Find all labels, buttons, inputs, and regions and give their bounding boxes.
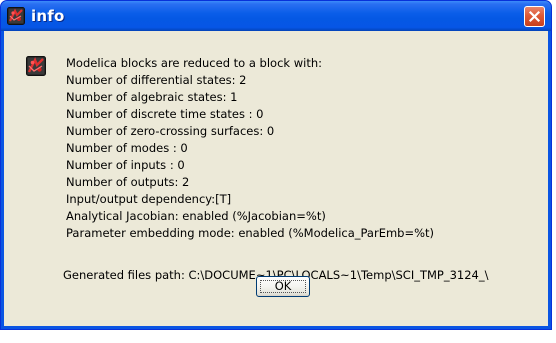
ok-button[interactable]: OK [256,276,310,297]
scilab-app-icon [26,56,46,76]
message-line: Number of zero-crossing surfaces: 0 [66,124,275,138]
focus-rectangle [260,280,306,293]
dialog-client-area: Modelica blocks are reduced to a block w… [4,31,548,326]
message-line: Analytical Jacobian: enabled (%Jacobian=… [66,209,326,223]
message-line: Modelica blocks are reduced to a block w… [66,56,322,70]
close-x-icon [528,10,541,23]
title-bar[interactable]: info [1,1,551,31]
message-line: Number of modes : 0 [66,141,188,155]
message-line: Number of algebraic states: 1 [66,90,238,104]
message-line: Number of differential states: 2 [66,73,247,87]
message-line: Input/output dependency:[T] [66,192,232,206]
message-text: Modelica blocks are reduced to a block w… [66,56,546,256]
message-line: Parameter embedding mode: enabled (%Mode… [66,226,435,240]
info-dialog: info Modelica blocks are reduced to a bl… [0,0,552,330]
message-line: Number of outputs: 2 [66,175,190,189]
scilab-app-icon [7,7,25,25]
window-title: info [31,7,65,25]
message-line: Number of inputs : 0 [66,158,185,172]
close-button[interactable] [524,6,545,27]
message-line: Number of discrete time states : 0 [66,107,264,121]
